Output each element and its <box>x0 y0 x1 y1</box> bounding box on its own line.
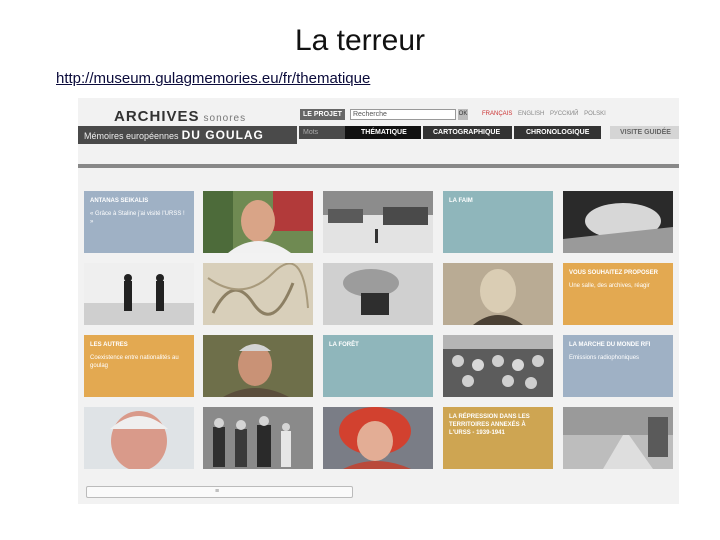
tile-vous-souhaitez-proposer[interactable]: VOUS SOUHAITEZ PROPOSER Une salle, des a… <box>563 263 673 325</box>
archive-photo-workers-snow[interactable] <box>84 263 194 325</box>
tab-chronologique[interactable]: CHRONOLOGIQUE <box>514 126 601 139</box>
portrait-photo-smiling-man[interactable] <box>203 191 313 253</box>
portrait-photo-elderly-woman[interactable] <box>84 407 194 469</box>
lang-en[interactable]: ENGLISH <box>518 111 544 117</box>
tile-title: ANTANAS SEIKALIS <box>90 198 149 204</box>
tile-title: LA FAIM <box>449 198 473 204</box>
tile-title: VOUS SOUHAITEZ PROPOSER <box>569 270 659 276</box>
tile-desc: « Grâce à Staline j'ai visité l'URSS ! » <box>90 211 185 225</box>
archive-photo-crowd[interactable] <box>443 335 553 397</box>
logo-subtitle-bar: Mémoires européennes DU GOULAG <box>78 126 297 144</box>
archive-photo-family[interactable] <box>203 407 313 469</box>
search-input[interactable]: Recherche <box>350 109 456 120</box>
portrait-photo-red-haired-woman[interactable] <box>323 407 433 469</box>
museum-link[interactable]: http://museum.gulagmemories.eu/fr/themat… <box>56 70 370 87</box>
archive-photo-snowy-camp[interactable] <box>323 191 433 253</box>
site-logo[interactable]: ARCHIVES sonores <box>114 108 246 125</box>
archive-photo-road[interactable] <box>563 407 673 469</box>
tab-visite-guidee[interactable]: VISITE GUIDÉE <box>610 126 679 139</box>
horizontal-scrollbar[interactable]: ≡ <box>86 486 353 498</box>
archive-photo-train[interactable] <box>323 263 433 325</box>
lang-ru[interactable]: РУССКИЙ <box>550 111 578 117</box>
scroll-thumb[interactable]: ≡ <box>215 488 223 496</box>
tile-title: LA MARCHE DU MONDE RFI <box>569 342 651 348</box>
tile-title: LA FORÊT <box>329 342 359 348</box>
artwork-drawing[interactable] <box>203 263 313 325</box>
archive-photo-fallen-figure[interactable] <box>563 191 673 253</box>
tile-la-marche-du-monde[interactable]: LA MARCHE DU MONDE RFI Emissions radioph… <box>563 335 673 397</box>
logo-sonores: sonores <box>203 113 247 124</box>
tile-les-autres[interactable]: LES AUTRES Coexistence entre nationalité… <box>84 335 194 397</box>
projet-link[interactable]: LE PROJET <box>300 109 345 120</box>
logo-goulag: DU GOULAG <box>181 128 264 142</box>
tile-antanas-seikalis[interactable]: ANTANAS SEIKALIS « Grâce à Staline j'ai … <box>84 191 194 253</box>
tab-cartographique[interactable]: CARTOGRAPHIQUE <box>423 126 512 139</box>
tile-title: LES AUTRES <box>90 342 128 348</box>
tile-desc: Emissions radiophoniques <box>569 355 640 361</box>
tile-la-faim[interactable]: LA FAIM <box>443 191 553 253</box>
search-ok-button[interactable]: OK <box>458 109 468 120</box>
tile-desc: Une salle, des archives, réagir <box>569 283 650 289</box>
portrait-photo-young-man[interactable] <box>443 263 553 325</box>
header-divider <box>78 164 679 168</box>
menu-search-placeholder[interactable]: Mots <box>299 126 345 139</box>
lang-pl[interactable]: POLSKI <box>584 111 606 117</box>
tile-la-repression[interactable]: LA RÉPRESSION DANS LES TERRITOIRES ANNEX… <box>443 407 553 469</box>
lang-fr[interactable]: FRANÇAIS <box>482 111 512 117</box>
portrait-photo-grey-haired-man[interactable] <box>203 335 313 397</box>
tile-title: LA RÉPRESSION DANS LES TERRITOIRES ANNEX… <box>449 414 530 436</box>
logo-archives: ARCHIVES <box>114 108 200 125</box>
tile-desc: Coexistence entre nationalités au goulag <box>90 355 179 369</box>
website-screenshot: ARCHIVES sonores Mémoires européennes DU G… <box>78 98 679 504</box>
slide-title: La terreur <box>294 24 426 57</box>
language-switcher: FRANÇAIS ENGLISH РУССКИЙ POLSKI <box>482 111 610 117</box>
tab-thematique[interactable]: THÉMATIQUE <box>345 126 421 139</box>
tile-la-foret[interactable]: LA FORÊT <box>323 335 433 397</box>
logo-memoires: Mémoires européennes <box>84 131 179 141</box>
